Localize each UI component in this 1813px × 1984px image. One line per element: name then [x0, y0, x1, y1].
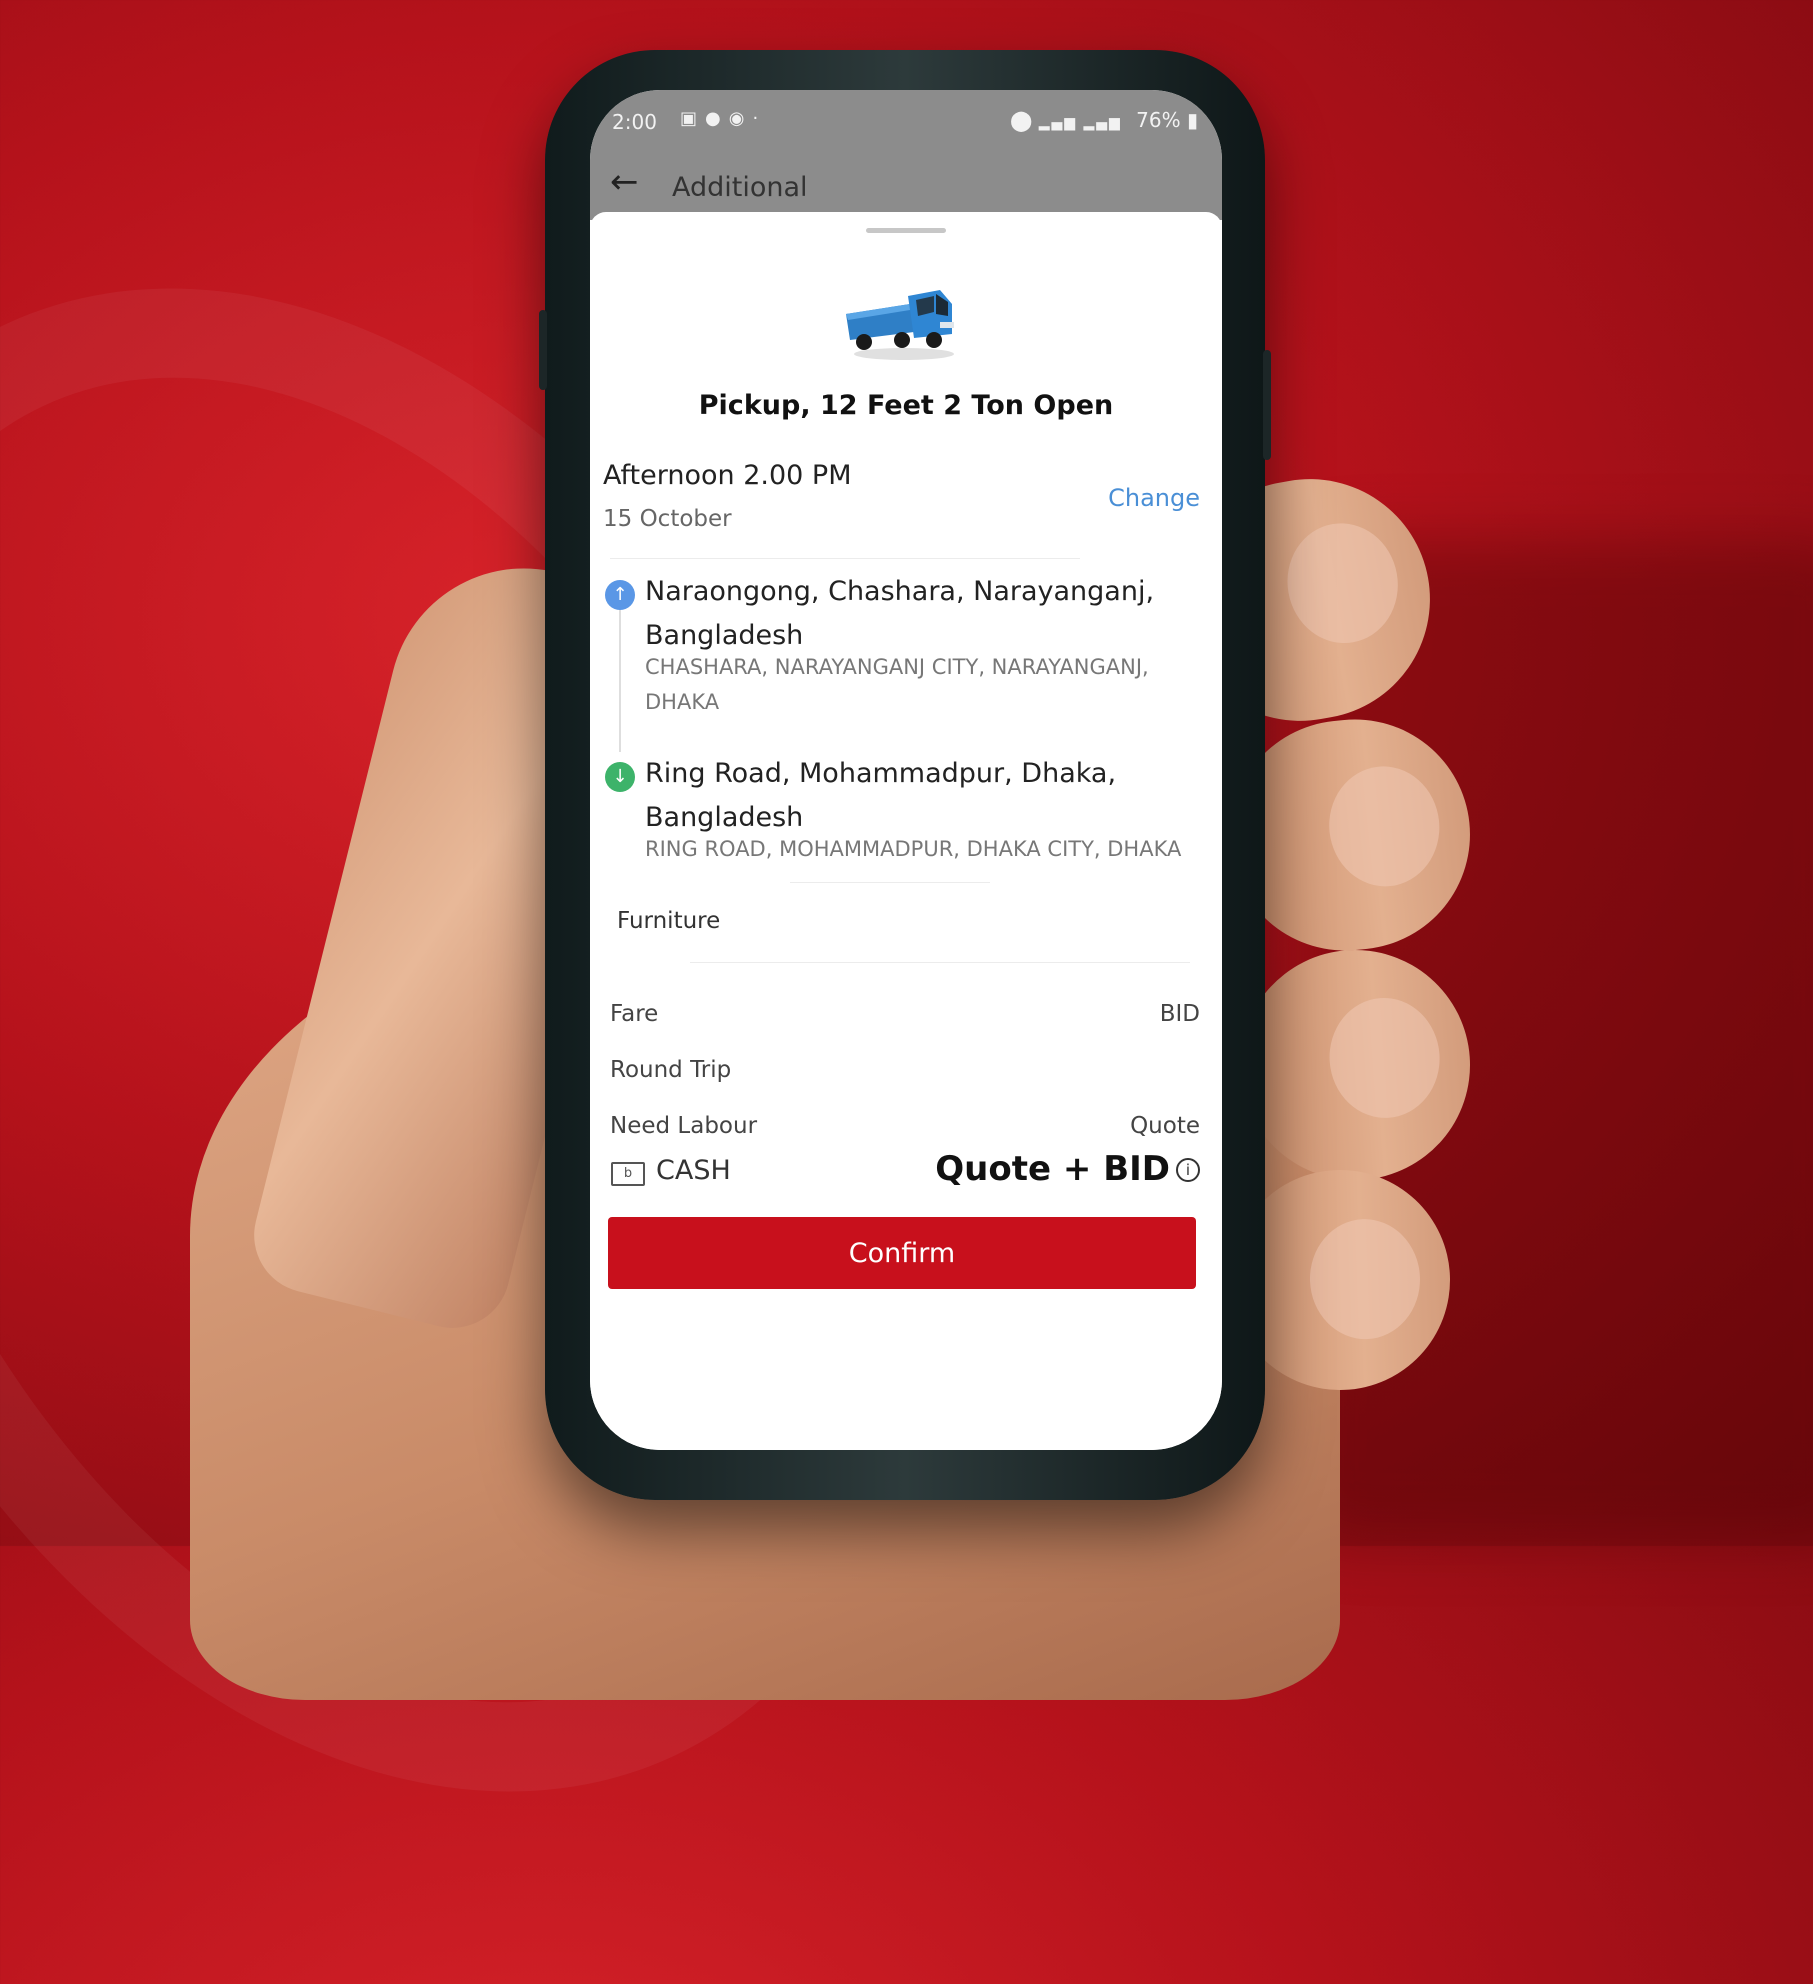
- arrow-up-icon: ↑: [605, 580, 635, 610]
- sheet-drag-handle[interactable]: [866, 228, 946, 233]
- phone-screen: 2:00 ▣●◉· ⬤ ▂▄▆ ▂▄▆ 76% ▮ ← Additional P…: [590, 90, 1222, 1450]
- vehicle-title: Pickup, 12 Feet 2 Ton Open: [698, 390, 1114, 421]
- dot-icon: ·: [752, 108, 767, 129]
- truck-icon: [846, 290, 954, 360]
- location-icon: ⬤: [1010, 108, 1033, 132]
- need-labour-value: Quote: [1130, 1113, 1200, 1139]
- signal-icon: ▂▄▆ ▂▄▆: [1038, 115, 1122, 131]
- phone-side-button: [539, 310, 547, 390]
- battery-level: 76%: [1136, 108, 1181, 132]
- arrow-left-icon[interactable]: ←: [610, 162, 639, 202]
- divider: [790, 882, 990, 883]
- divider: [690, 962, 1190, 963]
- dropoff-address: Ring Road, Mohammadpur, Dhaka, Banglades…: [645, 758, 1117, 833]
- round-trip-label: Round Trip: [610, 1057, 732, 1083]
- fare-value: BID: [1159, 1001, 1200, 1027]
- status-right: ⬤ ▂▄▆ ▂▄▆ 76% ▮: [1010, 108, 1198, 132]
- booking-sheet: Pickup, 12 Feet 2 Ton Open Afternoon 2.0…: [590, 212, 1222, 1450]
- need-labour-label: Need Labour: [610, 1113, 758, 1139]
- schedule-date: 15 October: [603, 506, 732, 532]
- app-bar: ← Additional: [590, 150, 1222, 220]
- status-time: 2:00: [612, 110, 657, 134]
- route-connector: [619, 597, 621, 752]
- pickup-address-detail: CHASHARA, NARAYANGANJ CITY, NARAYANGANJ,…: [645, 655, 1149, 714]
- chat-icon: ◉: [728, 108, 753, 129]
- confirm-button[interactable]: Confirm: [608, 1217, 1196, 1289]
- change-schedule-link[interactable]: Change: [1108, 484, 1200, 512]
- pickup-address: Naraongong, Chashara, Narayanganj, Bangl…: [645, 576, 1155, 651]
- arrow-down-icon: ↓: [605, 762, 635, 792]
- divider: [610, 558, 1080, 559]
- gallery-icon: ▣: [680, 108, 706, 129]
- phone-side-button: [1263, 350, 1271, 460]
- page-title: Additional: [672, 172, 808, 203]
- battery-icon: ▮: [1186, 108, 1198, 132]
- messenger-icon: ●: [705, 108, 729, 129]
- dropoff-address-detail: RING ROAD, MOHAMMADPUR, DHAKA CITY, DHAK…: [645, 837, 1182, 861]
- payment-method[interactable]: CASH: [656, 1155, 731, 1186]
- fare-total: Quote + BID: [935, 1149, 1170, 1189]
- info-icon[interactable]: i: [1176, 1158, 1200, 1182]
- schedule-time: Afternoon 2.00 PM: [603, 460, 852, 491]
- status-bar: 2:00 ▣●◉· ⬤ ▂▄▆ ▂▄▆ 76% ▮: [590, 90, 1222, 150]
- goods-type: Furniture: [617, 908, 721, 934]
- fare-label: Fare: [610, 1001, 659, 1027]
- notification-icons: ▣●◉·: [680, 108, 766, 129]
- cash-icon: b: [611, 1162, 645, 1186]
